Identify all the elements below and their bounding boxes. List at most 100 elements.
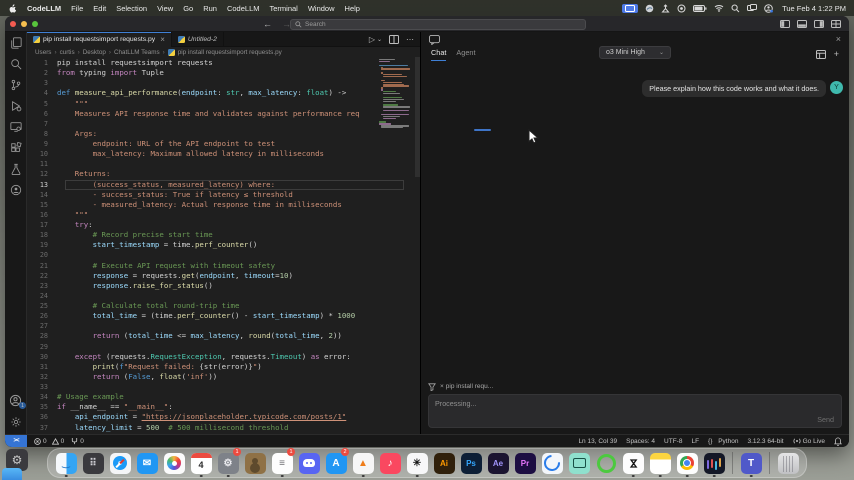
- dock-capcut-icon[interactable]: ⋈: [622, 450, 644, 477]
- dock-chatgpt-icon[interactable]: ✳: [406, 450, 428, 477]
- code-line-24[interactable]: 24: [27, 291, 404, 301]
- code-line-34[interactable]: 34 # Usage example: [27, 392, 404, 402]
- dock-chatllm-icon[interactable]: [703, 450, 725, 477]
- menu-codellm[interactable]: CodeLLM: [227, 4, 260, 13]
- app-status-icon[interactable]: [645, 4, 654, 13]
- wifi-icon[interactable]: [714, 4, 724, 12]
- more-actions-icon[interactable]: ⋯: [406, 35, 414, 44]
- python-version[interactable]: 3.12.3 64-bit: [747, 438, 783, 445]
- floating-blue-app-icon[interactable]: [2, 468, 22, 480]
- breadcrumb-item[interactable]: curtis: [60, 49, 75, 56]
- menu-selection[interactable]: Selection: [116, 4, 147, 13]
- breadcrumb-item[interactable]: Desktop: [83, 49, 106, 56]
- breadcrumb-item[interactable]: Users: [35, 49, 51, 56]
- code-line-26[interactable]: 26 total_time = (time.perf_counter() - s…: [27, 311, 404, 321]
- dock-safari-icon[interactable]: [109, 450, 131, 476]
- menu-view[interactable]: View: [157, 4, 173, 13]
- send-button[interactable]: Send: [817, 415, 834, 424]
- eol-sequence[interactable]: LF: [691, 438, 699, 445]
- toggle-secondary-sidebar-icon[interactable]: [814, 19, 824, 28]
- dock-chrome-icon[interactable]: [676, 450, 698, 477]
- menu-go[interactable]: Go: [183, 4, 193, 13]
- dock-green-ring-app-icon[interactable]: [595, 450, 617, 476]
- menu-clock[interactable]: Tue Feb 4 1:22 PM: [782, 4, 846, 13]
- context-file-chip[interactable]: × pip install requ...: [440, 383, 493, 390]
- source-control-icon[interactable]: [10, 79, 22, 91]
- code-line-6[interactable]: 6 Measures API response time and validat…: [27, 109, 404, 119]
- dock-trash-icon[interactable]: [777, 450, 799, 476]
- code-line-15[interactable]: 15 - measured_latency: Actual response t…: [27, 200, 404, 210]
- remove-context-icon[interactable]: ×: [440, 383, 444, 390]
- cursor-position[interactable]: Ln 13, Col 39: [578, 438, 617, 445]
- dock-settings-icon[interactable]: ⚙ 1: [217, 448, 241, 477]
- menu-help[interactable]: Help: [345, 4, 360, 13]
- remote-indicator-button[interactable]: ><: [5, 434, 27, 447]
- chat-input-box[interactable]: Processing... Send: [428, 394, 842, 428]
- code-line-33[interactable]: 33: [27, 382, 404, 392]
- filter-funnel-icon[interactable]: [428, 382, 436, 391]
- code-line-7[interactable]: 7: [27, 119, 404, 129]
- tab-chat[interactable]: Chat: [431, 48, 447, 61]
- minimize-window-button[interactable]: [21, 20, 27, 27]
- code-line-25[interactable]: 25 # Calculate total round-trip time: [27, 301, 404, 311]
- code-line-19[interactable]: 19 start_timestamp = time.perf_counter(): [27, 240, 404, 250]
- window-switcher-icon[interactable]: [747, 4, 758, 12]
- dock-calendar-icon[interactable]: 4: [190, 450, 212, 477]
- dock-music-icon[interactable]: ♪: [379, 450, 401, 476]
- chat-assistant-icon[interactable]: [10, 184, 22, 196]
- code-line-22[interactable]: 22 response = requests.get(endpoint, tim…: [27, 271, 404, 281]
- command-search-box[interactable]: Search: [290, 19, 586, 30]
- upload-status-icon[interactable]: [661, 3, 670, 13]
- run-debug-icon[interactable]: [10, 100, 22, 112]
- code-line-3[interactable]: 3: [27, 78, 404, 88]
- history-grid-icon[interactable]: [815, 49, 826, 59]
- code-line-2[interactable]: 2 from typing import Tuple: [27, 68, 404, 78]
- dock-vlc-icon[interactable]: ▲: [352, 450, 374, 477]
- code-line-4[interactable]: 4 def measure_api_performance(endpoint: s…: [27, 88, 404, 98]
- breadcrumb-item[interactable]: pip install requestsimport requests.py: [178, 49, 282, 56]
- code-line-18[interactable]: 18 # Record precise start time: [27, 230, 404, 240]
- spotlight-search-icon[interactable]: [731, 4, 740, 13]
- close-tab-icon[interactable]: ×: [160, 35, 165, 44]
- go-live-button[interactable]: Go Live: [793, 437, 825, 445]
- code-line-20[interactable]: 20: [27, 250, 404, 260]
- tab-pip-install-requests[interactable]: pip install requestsimport requests.py ×: [27, 31, 172, 47]
- dock-discord-icon[interactable]: [298, 450, 320, 476]
- code-line-8[interactable]: 8 Args:: [27, 129, 404, 139]
- user-account-icon[interactable]: [764, 3, 773, 13]
- accounts-icon[interactable]: 1: [9, 394, 26, 409]
- code-line-17[interactable]: 17 try:: [27, 220, 404, 230]
- split-editor-icon[interactable]: [389, 34, 399, 44]
- model-selector[interactable]: o3 Mini High ⌄: [599, 46, 671, 59]
- code-line-37[interactable]: 37 latency_limit = 500 # 500 millisecond…: [27, 423, 404, 433]
- dock-aftereffects-icon[interactable]: Ae: [487, 450, 509, 476]
- dock-photos-icon[interactable]: [163, 450, 185, 476]
- code-line-32[interactable]: 32 return (False, float('inf')): [27, 372, 404, 382]
- code-line-9[interactable]: 9 endpoint: URL of the API endpoint to t…: [27, 139, 404, 149]
- code-line-35[interactable]: 35 if __name__ == "__main__":: [27, 402, 404, 412]
- battery-icon[interactable]: [693, 4, 707, 12]
- code-line-14[interactable]: 14 - success_status: True if latency ≤ t…: [27, 190, 404, 200]
- toggle-panel-icon[interactable]: [797, 19, 807, 28]
- tab-untitled-2[interactable]: Untitled-2: [172, 31, 224, 47]
- encoding[interactable]: UTF-8: [664, 438, 682, 445]
- dock-reminders-icon[interactable]: ≡ 1: [271, 448, 295, 477]
- toggle-sidebar-icon[interactable]: [780, 19, 790, 28]
- code-line-27[interactable]: 27: [27, 321, 404, 331]
- code-line-30[interactable]: 30 except (requests.RequestException, re…: [27, 352, 404, 362]
- breadcrumb-item[interactable]: ChatLLM Teams: [114, 49, 160, 56]
- record-icon[interactable]: [677, 4, 686, 13]
- extensions-icon[interactable]: [10, 142, 22, 154]
- code-line-23[interactable]: 23 response.raise_for_status(): [27, 281, 404, 291]
- dock-premiere-icon[interactable]: Pr: [514, 450, 536, 476]
- close-panel-icon[interactable]: ×: [836, 35, 841, 44]
- search-icon[interactable]: [10, 58, 22, 70]
- notifications-bell-icon[interactable]: [834, 436, 842, 446]
- dock-finder-icon[interactable]: ‿: [55, 450, 77, 477]
- run-dropdown-icon[interactable]: ⌄: [377, 36, 382, 43]
- menu-edit[interactable]: Edit: [93, 4, 106, 13]
- problems-indicator[interactable]: 0 0: [34, 437, 64, 445]
- code-line-5[interactable]: 5 """: [27, 99, 404, 109]
- dock-notes-icon[interactable]: [649, 450, 671, 477]
- code-line-12[interactable]: 12 Returns:: [27, 169, 404, 179]
